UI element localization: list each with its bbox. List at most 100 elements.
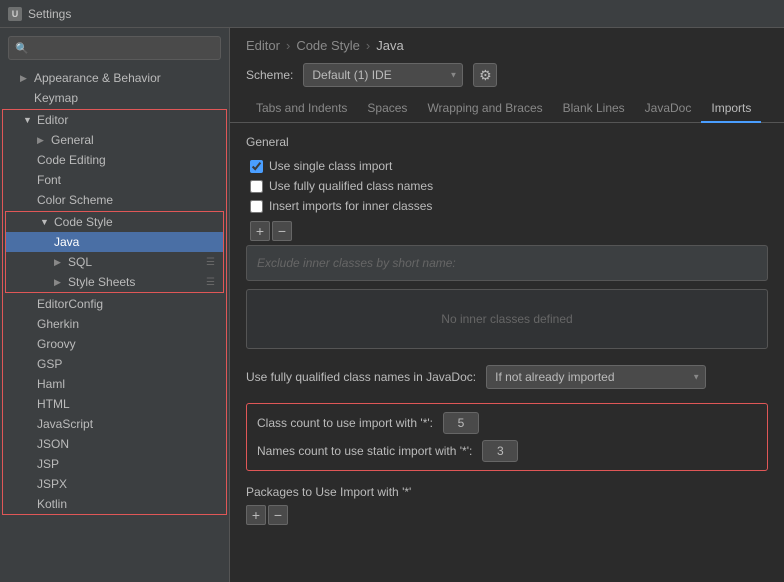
content-scroll: General Use single class import Use full… — [230, 123, 784, 582]
sidebar-item-label: Haml — [37, 377, 65, 391]
add-remove-btn-row: + − — [250, 221, 768, 241]
packages-label: Packages to Use Import with '*' — [246, 485, 768, 499]
sidebar-item-label: Editor — [37, 113, 68, 127]
sidebar-item-sql[interactable]: ▶ SQL ☰ — [6, 252, 223, 272]
sidebar-item-label: Appearance & Behavior — [34, 71, 161, 85]
sidebar-item-java[interactable]: Java — [6, 232, 223, 252]
content-area: Editor › Code Style › Java Scheme: Defau… — [230, 28, 784, 582]
breadcrumb-sep1: › — [286, 38, 290, 53]
sidebar-item-label: Code Style — [54, 215, 113, 229]
exclude-label: Exclude inner classes by short name: — [257, 256, 456, 270]
sidebar: 🔍 ▶ Appearance & Behavior Keymap ▼ Edito… — [0, 28, 230, 582]
checkbox-row-single-import: Use single class import — [246, 159, 768, 173]
scheme-label: Scheme: — [246, 68, 293, 82]
tabs-row: Tabs and Indents Spaces Wrapping and Bra… — [230, 95, 784, 123]
sidebar-item-label: Style Sheets — [68, 275, 135, 289]
scheme-select-wrapper: Default (1) IDE — [303, 63, 463, 87]
sidebar-item-label: JSPX — [37, 477, 67, 491]
search-box[interactable]: 🔍 — [8, 36, 221, 60]
class-count-label: Class count to use import with '*': — [257, 416, 433, 430]
packages-add-button[interactable]: + — [246, 505, 266, 525]
sidebar-item-label: Groovy — [37, 337, 76, 351]
section-general-title: General — [246, 135, 768, 149]
class-count-input[interactable] — [443, 412, 479, 434]
sidebar-item-editor[interactable]: ▼ Editor — [3, 110, 226, 130]
javadoc-label: Use fully qualified class names in JavaD… — [246, 370, 476, 384]
sidebar-item-label: Code Editing — [37, 153, 106, 167]
sidebar-item-gsp[interactable]: GSP — [3, 354, 226, 374]
sidebar-item-font[interactable]: Font — [3, 170, 226, 190]
class-count-row: Class count to use import with '*': — [257, 412, 757, 434]
breadcrumb-sep2: › — [366, 38, 370, 53]
title-bar: U Settings — [0, 0, 784, 28]
sidebar-item-haml[interactable]: Haml — [3, 374, 226, 394]
sidebar-item-code-style[interactable]: ▼ Code Style — [6, 212, 223, 232]
names-count-input[interactable] — [482, 440, 518, 462]
packages-remove-button[interactable]: − — [268, 505, 288, 525]
tab-spaces[interactable]: Spaces — [357, 95, 417, 123]
sidebar-item-html[interactable]: HTML — [3, 394, 226, 414]
expand-icon: ▶ — [54, 277, 64, 288]
tab-blank-lines[interactable]: Blank Lines — [553, 95, 635, 123]
sidebar-item-label: JSP — [37, 457, 59, 471]
checkbox-inner-classes-label: Insert imports for inner classes — [269, 199, 432, 213]
checkbox-single-import-label: Use single class import — [269, 159, 392, 173]
breadcrumb-java: Java — [376, 38, 403, 53]
sidebar-item-label: EditorConfig — [37, 297, 103, 311]
packages-btn-row: + − — [246, 505, 768, 525]
tab-wrapping-braces[interactable]: Wrapping and Braces — [417, 95, 552, 123]
no-classes-defined-box: No inner classes defined — [246, 289, 768, 349]
expand-icon: ▶ — [37, 135, 47, 146]
sidebar-item-jsp[interactable]: JSP — [3, 454, 226, 474]
sidebar-item-kotlin[interactable]: Kotlin — [3, 494, 226, 514]
breadcrumb-code-style: Code Style — [296, 38, 360, 53]
add-button[interactable]: + — [250, 221, 270, 241]
search-icon: 🔍 — [15, 42, 29, 55]
tab-imports[interactable]: Imports — [701, 95, 761, 123]
checkbox-fully-qualified-label: Use fully qualified class names — [269, 179, 433, 193]
checkbox-row-inner-classes: Insert imports for inner classes — [246, 199, 768, 213]
sidebar-item-gherkin[interactable]: Gherkin — [3, 314, 226, 334]
sidebar-item-keymap[interactable]: Keymap — [0, 88, 229, 108]
javadoc-select-wrapper: If not already imported Always Never — [486, 365, 706, 389]
sidebar-item-label: Color Scheme — [37, 193, 113, 207]
sidebar-item-label: General — [51, 133, 94, 147]
sidebar-item-label: JSON — [37, 437, 69, 451]
main-container: 🔍 ▶ Appearance & Behavior Keymap ▼ Edito… — [0, 28, 784, 582]
list-icon: ☰ — [206, 277, 215, 288]
sidebar-scroll: ▶ Appearance & Behavior Keymap ▼ Editor … — [0, 68, 229, 582]
sidebar-item-label: Kotlin — [37, 497, 67, 511]
remove-button[interactable]: − — [272, 221, 292, 241]
breadcrumb: Editor › Code Style › Java — [230, 28, 784, 59]
sidebar-item-editorconfig[interactable]: EditorConfig — [3, 294, 226, 314]
expand-icon: ▼ — [23, 115, 33, 125]
gear-button[interactable]: ⚙ — [473, 63, 497, 87]
checkbox-fully-qualified[interactable] — [250, 180, 263, 193]
sidebar-item-code-editing[interactable]: Code Editing — [3, 150, 226, 170]
javadoc-select[interactable]: If not already imported Always Never — [486, 365, 706, 389]
javadoc-row: Use fully qualified class names in JavaD… — [246, 365, 768, 389]
checkbox-single-import[interactable] — [250, 160, 263, 173]
names-count-label: Names count to use static import with '*… — [257, 444, 472, 458]
scheme-select[interactable]: Default (1) IDE — [303, 63, 463, 87]
sidebar-item-json[interactable]: JSON — [3, 434, 226, 454]
sidebar-item-jspx[interactable]: JSPX — [3, 474, 226, 494]
names-count-row: Names count to use static import with '*… — [257, 440, 757, 462]
sidebar-item-label: Gherkin — [37, 317, 79, 331]
sidebar-item-label: JavaScript — [37, 417, 93, 431]
sidebar-item-color-scheme[interactable]: Color Scheme — [3, 190, 226, 210]
scheme-row: Scheme: Default (1) IDE ⚙ — [230, 59, 784, 95]
sidebar-item-groovy[interactable]: Groovy — [3, 334, 226, 354]
checkbox-inner-classes[interactable] — [250, 200, 263, 213]
exclude-inner-classes-box: Exclude inner classes by short name: — [246, 245, 768, 281]
expand-icon: ▶ — [54, 257, 64, 268]
tab-javadoc[interactable]: JavaDoc — [635, 95, 702, 123]
sidebar-item-general[interactable]: ▶ General — [3, 130, 226, 150]
sidebar-item-label: Font — [37, 173, 61, 187]
sidebar-item-javascript[interactable]: JavaScript — [3, 414, 226, 434]
sidebar-item-appearance-behavior[interactable]: ▶ Appearance & Behavior — [0, 68, 229, 88]
tab-tabs-indents[interactable]: Tabs and Indents — [246, 95, 357, 123]
breadcrumb-editor: Editor — [246, 38, 280, 53]
search-input[interactable] — [33, 41, 214, 55]
sidebar-item-style-sheets[interactable]: ▶ Style Sheets ☰ — [6, 272, 223, 292]
